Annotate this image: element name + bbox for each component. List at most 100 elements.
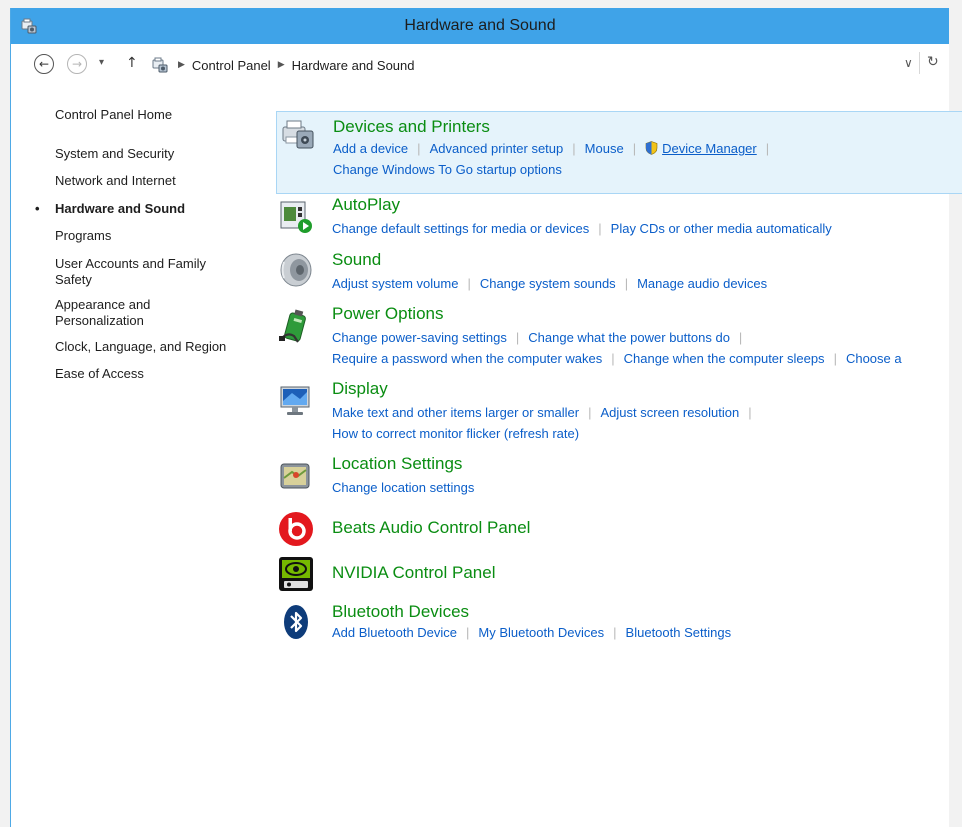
link-separator: | <box>466 625 470 640</box>
sidebar-item-user-accounts[interactable]: User Accounts and Family Safety <box>55 256 225 288</box>
link-separator: | <box>748 405 752 420</box>
link-row: Require a password when the computer wak… <box>332 351 902 366</box>
link-power-saving-settings[interactable]: Change power-saving settings <box>332 330 507 345</box>
link-separator: | <box>632 141 637 156</box>
link-adjust-screen-resolution[interactable]: Adjust screen resolution <box>601 405 740 420</box>
link-change-sleep-time[interactable]: Change when the computer sleeps <box>624 351 825 366</box>
category-autoplay[interactable]: AutoPlay Change default settings for med… <box>276 194 962 244</box>
window-title: Hardware and Sound <box>404 17 556 34</box>
autoplay-icon <box>280 201 312 233</box>
bluetooth-icon <box>284 605 308 639</box>
refresh-button[interactable]: ↻ <box>927 54 939 70</box>
category-title[interactable]: AutoPlay <box>332 195 400 215</box>
link-row: Change Windows To Go startup options <box>333 162 562 177</box>
category-bluetooth-devices[interactable]: Bluetooth Devices Add Bluetooth Device | M… <box>276 601 962 651</box>
link-separator: | <box>598 221 602 236</box>
recent-locations-dropdown[interactable]: ▾ <box>99 57 104 68</box>
link-play-cds-automatically[interactable]: Play CDs or other media automatically <box>611 221 832 236</box>
link-power-buttons[interactable]: Change what the power buttons do <box>528 330 730 345</box>
chevron-right-icon[interactable]: ▶ <box>178 60 185 70</box>
chevron-right-icon[interactable]: ▶ <box>278 60 285 70</box>
link-advanced-printer-setup[interactable]: Advanced printer setup <box>430 141 564 156</box>
link-separator: | <box>572 141 576 156</box>
sidebar-item-ease-of-access[interactable]: Ease of Access <box>55 366 255 382</box>
arrow-left-icon: ← <box>38 57 50 71</box>
sidebar-item-programs[interactable]: Programs <box>55 228 255 244</box>
address-history-dropdown[interactable]: ∨ <box>904 56 913 70</box>
link-row: Change location settings <box>332 480 474 495</box>
breadcrumb-control-panel[interactable]: Control Panel <box>192 58 271 73</box>
monitor-icon <box>280 386 310 415</box>
category-title[interactable]: Sound <box>332 250 381 270</box>
link-mouse[interactable]: Mouse <box>585 141 624 156</box>
link-require-password-on-wake[interactable]: Require a password when the computer wak… <box>332 351 602 366</box>
category-display[interactable]: Display Make text and other items larger… <box>276 378 962 448</box>
location-icon <box>280 463 310 489</box>
sidebar-item-network-and-internet[interactable]: Network and Internet <box>55 173 255 189</box>
sidebar-item-label: Hardware and Sound <box>55 201 186 216</box>
link-separator: | <box>467 276 471 291</box>
link-row: How to correct monitor flicker (refresh … <box>332 426 579 441</box>
control-panel-window: Hardware and Sound ← → ▾ ↑ ▶ Control Pan… <box>10 8 962 827</box>
link-add-bluetooth-device[interactable]: Add Bluetooth Device <box>332 625 457 640</box>
category-title[interactable]: Beats Audio Control Panel <box>332 518 530 538</box>
link-device-manager[interactable]: Device Manager <box>662 141 757 156</box>
printer-icon <box>282 120 314 149</box>
link-separator: | <box>515 330 520 345</box>
link-add-a-device[interactable]: Add a device <box>333 141 408 156</box>
category-power-options[interactable]: Power Options Change power-saving settin… <box>276 303 962 373</box>
speaker-icon <box>280 253 312 287</box>
category-title[interactable]: Devices and Printers <box>333 117 490 137</box>
back-button[interactable]: ← <box>34 54 54 74</box>
link-change-location-settings[interactable]: Change location settings <box>332 480 474 495</box>
control-panel-icon <box>152 57 168 73</box>
link-separator: | <box>611 351 615 366</box>
link-monitor-flicker[interactable]: How to correct monitor flicker (refresh … <box>332 426 579 441</box>
link-change-default-media-settings[interactable]: Change default settings for media or dev… <box>332 221 589 236</box>
link-row: Change power-saving settings | Change what… <box>332 330 751 345</box>
sidebar-item-clock-language-region[interactable]: Clock, Language, and Region <box>55 339 255 355</box>
breadcrumb-hardware-and-sound[interactable]: Hardware and Sound <box>292 58 415 73</box>
nvidia-icon <box>279 557 313 591</box>
category-title[interactable]: Power Options <box>332 304 444 324</box>
link-row: Make text and other items larger or smal… <box>332 405 761 420</box>
uac-shield-icon <box>645 141 658 155</box>
link-make-text-larger[interactable]: Make text and other items larger or smal… <box>332 405 579 420</box>
link-separator: | <box>765 141 770 156</box>
sidebar-item-control-panel-home[interactable]: Control Panel Home <box>55 107 255 123</box>
link-separator: | <box>833 351 837 366</box>
category-beats-audio[interactable]: Beats Audio Control Panel <box>276 511 962 551</box>
arrow-right-icon: → <box>71 57 83 71</box>
category-sound[interactable]: Sound Adjust system volume | Change system… <box>276 249 962 299</box>
active-bullet: • <box>35 201 40 216</box>
category-title[interactable]: Bluetooth Devices <box>332 602 469 622</box>
up-button[interactable]: ↑ <box>126 55 138 71</box>
link-separator: | <box>738 330 743 345</box>
link-adjust-system-volume[interactable]: Adjust system volume <box>332 276 458 291</box>
category-devices-and-printers[interactable]: Devices and Printers Add a device | Advanc… <box>276 111 962 194</box>
link-row: Change default settings for media or dev… <box>332 221 832 236</box>
category-title[interactable]: Location Settings <box>332 454 462 474</box>
category-title[interactable]: NVIDIA Control Panel <box>332 563 495 583</box>
forward-button[interactable]: → <box>67 54 87 74</box>
link-separator: | <box>417 141 421 156</box>
beats-icon <box>279 512 313 546</box>
sidebar-item-hardware-and-sound[interactable]: • Hardware and Sound <box>35 201 255 217</box>
link-my-bluetooth-devices[interactable]: My Bluetooth Devices <box>478 625 604 640</box>
category-nvidia[interactable]: NVIDIA Control Panel <box>276 556 962 596</box>
battery-icon <box>279 309 306 343</box>
address-bar: ← → ▾ ↑ ▶ Control Panel ▶ Hardware and S… <box>11 44 949 84</box>
link-manage-audio-devices[interactable]: Manage audio devices <box>637 276 767 291</box>
link-windows-to-go[interactable]: Change Windows To Go startup options <box>333 162 562 177</box>
breadcrumb: ▶ Control Panel ▶ Hardware and Sound <box>171 56 414 74</box>
link-change-system-sounds[interactable]: Change system sounds <box>480 276 616 291</box>
title-bar: Hardware and Sound <box>11 8 949 44</box>
sidebar-item-system-and-security[interactable]: System and Security <box>55 146 255 162</box>
category-title[interactable]: Display <box>332 379 388 399</box>
category-location-settings[interactable]: Location Settings Change location settin… <box>276 453 962 503</box>
link-bluetooth-settings[interactable]: Bluetooth Settings <box>626 625 732 640</box>
link-choose-a-power-plan[interactable]: Choose a <box>846 351 902 366</box>
link-row: Add Bluetooth Device | My Bluetooth Device… <box>332 625 731 640</box>
sidebar-item-appearance[interactable]: Appearance and Personalization <box>55 297 175 329</box>
link-row: Adjust system volume | Change system sound… <box>332 276 767 291</box>
